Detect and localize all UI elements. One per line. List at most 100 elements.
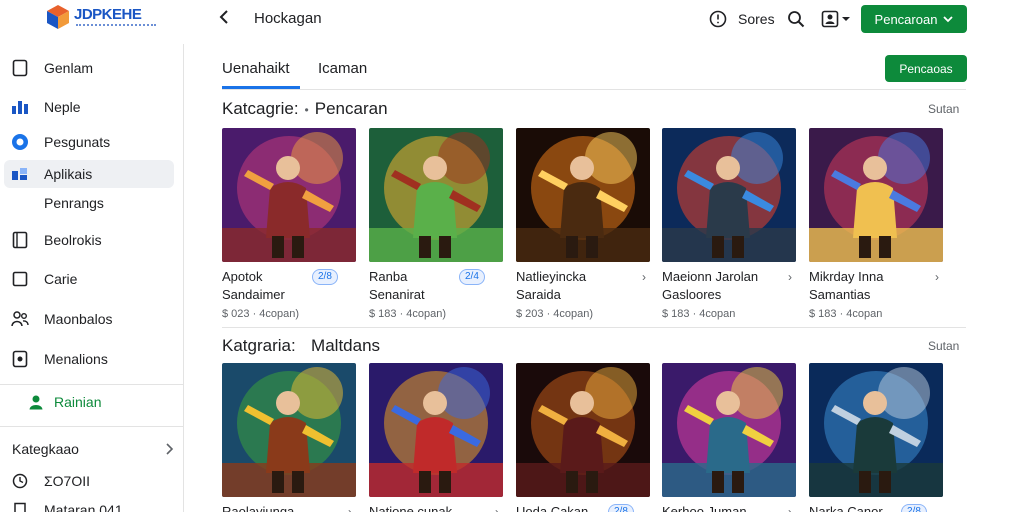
game-title: Natione cunak xyxy=(369,504,453,512)
game-title: Natlieyincka xyxy=(516,269,587,284)
sidebar-item-label: Genlam xyxy=(44,60,94,76)
section-label: Katgraria: xyxy=(222,336,296,355)
sidebar-category-heading[interactable]: Kategkaao xyxy=(12,439,174,459)
app-logo[interactable]: JDPKEHE xyxy=(46,4,158,32)
cube-logo-icon xyxy=(47,5,69,29)
game-price-meta: $ 183 · 4copan xyxy=(809,308,883,320)
chevron-right-icon: › xyxy=(935,270,939,284)
sidebar-item-label: Rainian xyxy=(54,394,102,410)
tab-uenahaikt[interactable]: Uenahaikt xyxy=(222,60,290,77)
chevron-down-icon xyxy=(943,15,954,22)
sidebar-item-label: Penrangs xyxy=(44,195,104,211)
sidebar-item-label: Neple xyxy=(44,99,81,115)
section-separator xyxy=(302,340,305,354)
sidebar-divider xyxy=(0,384,184,385)
back-button[interactable] xyxy=(212,6,236,30)
rating-badge: 2/8 xyxy=(608,504,634,512)
game-thumbnail xyxy=(222,363,356,497)
caret-down-icon xyxy=(841,17,850,21)
sidebar-item-neple[interactable]: Neple xyxy=(4,93,174,121)
game-thumbnail xyxy=(516,128,650,262)
sidebar-item-label: Carie xyxy=(44,271,78,287)
sidebar-item-beolrokis[interactable]: Beolrokis xyxy=(4,226,174,254)
account-menu-button[interactable] xyxy=(818,8,852,30)
people-icon xyxy=(10,309,30,329)
game-thumbnail xyxy=(809,363,943,497)
game-title: Mikrday Inna xyxy=(809,269,884,284)
scores-link[interactable]: Sores xyxy=(738,11,775,27)
game-subtitle: Sandaimer xyxy=(222,287,285,302)
game-thumbnail xyxy=(809,128,943,262)
logo-tagline xyxy=(76,24,156,27)
game-title: Ranba xyxy=(369,269,408,284)
section-more-link[interactable]: Sutan xyxy=(928,339,959,353)
game-thumbnail xyxy=(369,128,503,262)
section-label: Katcagrie: xyxy=(222,99,299,118)
game-card[interactable]: Kerhoo Juman › xyxy=(662,363,798,512)
sidebar-item-carie[interactable]: Carie xyxy=(4,265,174,293)
category-heading-label: Kategkaao xyxy=(12,441,79,457)
chevron-left-icon xyxy=(219,10,228,24)
game-card[interactable]: Raolayiunga › xyxy=(222,363,358,512)
sidebar-item-rainian[interactable]: Rainian xyxy=(20,388,170,416)
section-heading: Katcagrie: • Pencaran xyxy=(222,99,388,119)
rating-badge: 2/4 xyxy=(459,269,485,285)
compass-icon xyxy=(10,132,30,152)
game-thumbnail xyxy=(662,363,796,497)
game-title: Maeionn Jarolan xyxy=(662,269,759,284)
clock-icon xyxy=(10,471,30,491)
tab-icaman[interactable]: Icaman xyxy=(318,60,367,77)
person-icon xyxy=(26,392,46,412)
rating-badge: 2/8 xyxy=(901,504,927,512)
section-more-link[interactable]: Sutan xyxy=(928,102,959,116)
game-title: Kerhoo Juman xyxy=(662,504,747,512)
game-subtitle: Senanirat xyxy=(369,287,425,302)
square-icon xyxy=(10,269,30,289)
sidebar-item-menalions[interactable]: Menalions xyxy=(4,345,174,373)
section-name: Maltdans xyxy=(311,336,381,355)
game-subtitle: Samantias xyxy=(809,287,871,302)
game-card[interactable]: Ranba 2/4 Senanirat $ 183 · 4copan) xyxy=(369,128,505,326)
bar-chart-icon xyxy=(10,97,30,117)
sidebar: Genlam Neple Pesgunats Aplikais Penrangs… xyxy=(0,44,184,512)
header-primary-button[interactable]: Pencaroan xyxy=(861,5,967,33)
sidebar-item-aplikais[interactable]: Aplikais xyxy=(4,160,174,188)
game-card[interactable]: Mikrday Inna › Samantias $ 183 · 4copan xyxy=(809,128,945,326)
game-card[interactable]: Natlieyincka › Saraida $ 203 · 4copan) xyxy=(516,128,652,326)
game-card[interactable]: Narka Canor 2/8 xyxy=(809,363,945,512)
main-action-button[interactable]: Pencaoas xyxy=(885,55,967,82)
section-name: Pencaran xyxy=(314,99,388,118)
sidebar-item-penrangs[interactable]: Penrangs xyxy=(4,189,174,217)
search-icon xyxy=(788,11,805,28)
game-title: Raolayiunga xyxy=(222,504,295,512)
game-card[interactable]: Uoda Cakan 2/8 xyxy=(516,363,652,512)
scores-icon-button[interactable] xyxy=(707,8,729,30)
clock-icon xyxy=(709,10,727,28)
game-card[interactable]: Apotok 2/8 Sandaimer $ 023 · 4copan) xyxy=(222,128,358,326)
search-button[interactable] xyxy=(785,8,807,30)
game-subtitle: Gasloores xyxy=(662,287,722,302)
game-title: Apotok xyxy=(222,269,263,284)
sidebar-item-cat-2[interactable]: Mataran 041 xyxy=(4,496,174,512)
sidebar-item-genlam[interactable]: Genlam xyxy=(4,54,174,82)
sidebar-item-pesgunats[interactable]: Pesgunats xyxy=(4,128,174,156)
game-card[interactable]: Maeionn Jarolan › Gasloores $ 183 · 4copan xyxy=(662,128,798,326)
sidebar-item-label: Maonbalos xyxy=(44,311,113,327)
chevron-right-icon: › xyxy=(788,505,792,512)
game-card[interactable]: Natione cunak › xyxy=(369,363,505,512)
sidebar-item-label: Aplikais xyxy=(44,166,93,182)
top-bar: JDPKEHE Hockagan Sores Pencaroan xyxy=(0,0,1024,40)
page-title: Hockagan xyxy=(254,10,322,27)
bookmark-icon xyxy=(10,500,30,512)
rating-badge: 2/8 xyxy=(312,269,338,285)
book-icon xyxy=(10,230,30,250)
game-thumbnail xyxy=(516,363,650,497)
game-title: Narka Canor xyxy=(809,504,883,512)
game-thumbnail xyxy=(662,128,796,262)
sidebar-item-label: ΣΟ7ΟΙΙ xyxy=(44,473,90,489)
sidebar-item-cat-1[interactable]: ΣΟ7ΟΙΙ xyxy=(4,467,174,495)
tabs-divider xyxy=(222,89,966,90)
tablet-icon xyxy=(10,58,30,78)
sidebar-item-maonbalos[interactable]: Maonbalos xyxy=(4,305,174,333)
chevron-right-icon: › xyxy=(788,270,792,284)
